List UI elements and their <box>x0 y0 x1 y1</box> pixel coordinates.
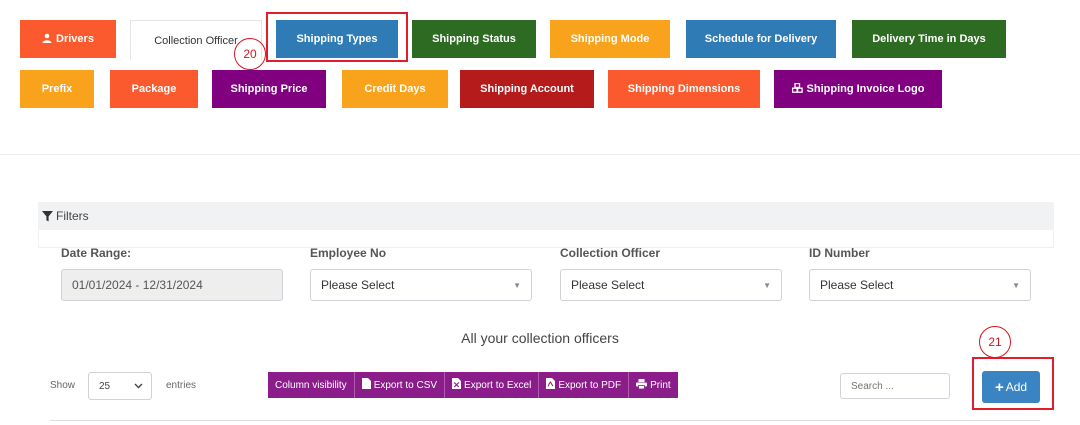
page-length-select[interactable]: 25 <box>88 372 152 400</box>
tab-package[interactable]: Package <box>110 70 198 108</box>
filters-panel <box>38 230 1054 248</box>
tab-shipping-price[interactable]: Shipping Price <box>212 70 326 108</box>
tab-shipping-invoice-logo-label: Shipping Invoice Logo <box>806 83 925 95</box>
date-range-value: 01/01/2024 - 12/31/2024 <box>72 278 203 292</box>
file-pdf-icon <box>546 378 556 392</box>
caret-down-icon: ▼ <box>1012 281 1020 290</box>
tab-package-label: Package <box>131 83 177 95</box>
filters-header[interactable]: Filters <box>38 202 1054 230</box>
tab-shipping-mode-label: Shipping Mode <box>570 33 650 45</box>
tab-shipping-price-label: Shipping Price <box>230 83 308 95</box>
tab-shipping-mode[interactable]: Shipping Mode <box>550 20 670 58</box>
tab-drivers-label: Drivers <box>56 33 94 45</box>
export-pdf-button[interactable]: Export to PDF <box>539 372 630 398</box>
tab-delivery-time-in-days[interactable]: Delivery Time in Days <box>852 20 1006 58</box>
tab-shipping-dimensions-label: Shipping Dimensions <box>627 83 741 95</box>
entries-label: entries <box>166 380 197 391</box>
filter-icon <box>42 210 53 222</box>
collection-officer-select[interactable]: Please Select ▼ <box>560 269 782 301</box>
highlight-box-shipping-types <box>266 12 408 62</box>
export-pdf-label: Export to PDF <box>558 379 622 391</box>
tab-schedule-for-delivery[interactable]: Schedule for Delivery <box>686 20 836 58</box>
chevron-down-icon <box>134 381 143 392</box>
filters-title: Filters <box>56 209 89 223</box>
tab-shipping-invoice-logo[interactable]: Shipping Invoice Logo <box>774 70 942 108</box>
collection-officer-value: Please Select <box>571 278 645 292</box>
tab-shipping-status-label: Shipping Status <box>432 33 516 45</box>
highlight-box-add <box>972 357 1054 410</box>
export-excel-label: Export to Excel <box>464 379 532 391</box>
caret-down-icon: ▼ <box>763 281 771 290</box>
id-number-value: Please Select <box>820 278 894 292</box>
date-range-label: Date Range: <box>61 246 132 260</box>
file-excel-icon <box>452 378 462 392</box>
date-range-field[interactable]: 01/01/2024 - 12/31/2024 <box>61 269 283 301</box>
print-icon <box>636 378 648 392</box>
print-label: Print <box>650 379 671 391</box>
tab-delivery-time-in-days-label: Delivery Time in Days <box>872 33 986 45</box>
tabs-divider <box>0 154 1080 155</box>
export-csv-label: Export to CSV <box>373 379 438 391</box>
tab-prefix-label: Prefix <box>41 83 73 95</box>
search-input[interactable] <box>851 380 941 392</box>
column-visibility-label: Column visibility <box>275 379 347 391</box>
print-button[interactable]: Print <box>629 372 678 398</box>
annotation-marker-20: 20 <box>234 38 266 70</box>
show-label: Show <box>50 380 76 391</box>
collection-officer-label: Collection Officer <box>560 246 661 260</box>
tab-credit-days-label: Credit Days <box>364 83 426 95</box>
table-caption: All your collection officers <box>461 330 619 346</box>
id-number-select[interactable]: Please Select ▼ <box>809 269 1031 301</box>
tab-shipping-account[interactable]: Shipping Account <box>460 70 594 108</box>
employee-no-value: Please Select <box>321 278 395 292</box>
search-box[interactable] <box>840 373 950 399</box>
tab-shipping-status[interactable]: Shipping Status <box>412 20 536 58</box>
tab-shipping-account-label: Shipping Account <box>480 83 574 95</box>
caret-down-icon: ▼ <box>513 281 521 290</box>
table-top-border <box>50 420 1040 425</box>
tab-schedule-for-delivery-label: Schedule for Delivery <box>704 33 818 45</box>
annotation-marker-21: 21 <box>979 326 1011 358</box>
file-icon <box>361 378 371 392</box>
tab-prefix[interactable]: Prefix <box>20 70 94 108</box>
tab-shipping-dimensions[interactable]: Shipping Dimensions <box>608 70 760 108</box>
id-number-label: ID Number <box>809 246 870 260</box>
tab-drivers[interactable]: Drivers <box>20 20 116 58</box>
tab-credit-days[interactable]: Credit Days <box>342 70 448 108</box>
employee-no-label: Employee No <box>310 246 387 260</box>
export-csv-button[interactable]: Export to CSV <box>354 372 446 398</box>
tab-collection-officer-label: Collection Officer <box>154 34 238 47</box>
user-icon <box>42 33 52 46</box>
export-excel-button[interactable]: Export to Excel <box>445 372 540 398</box>
page-length-value: 25 <box>99 380 111 392</box>
export-button-group: Column visibility Export to CSV Export t… <box>268 372 678 398</box>
cubes-icon <box>791 82 803 96</box>
employee-no-select[interactable]: Please Select ▼ <box>310 269 532 301</box>
column-visibility-button[interactable]: Column visibility <box>268 372 355 398</box>
